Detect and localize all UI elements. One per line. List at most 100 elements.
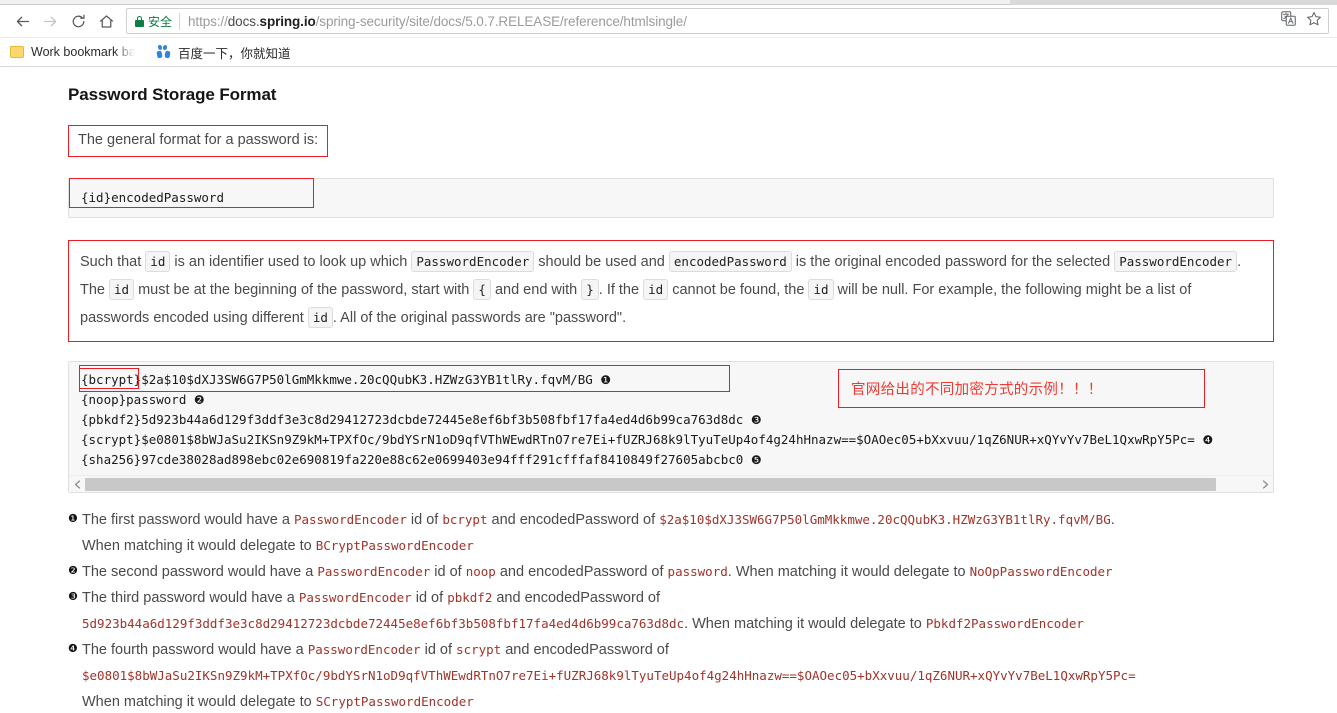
omnibox-actions xyxy=(1271,11,1322,32)
bookmark-work-bookmark-bar[interactable]: Work bookmark bar xyxy=(10,45,135,59)
active-tab-edge[interactable] xyxy=(0,0,1010,5)
callout-marker: ❷ xyxy=(193,393,205,408)
url-scheme: https:// xyxy=(188,13,228,29)
star-icon[interactable] xyxy=(1306,11,1322,32)
chinese-annotation-box: 官网给出的不同加密方式的示例！！！ xyxy=(838,369,1205,408)
url-text: https://docs.spring.io/spring-security/s… xyxy=(188,14,1271,29)
pw-line-bcrypt: {bcrypt}$2a$10$dXJ3SW6G7P50lGmMkkmwe.20c… xyxy=(81,372,611,387)
page-viewport: Password Storage Format The general form… xyxy=(0,67,1337,713)
intro-paragraph: The general format for a password is: xyxy=(68,125,329,158)
security-label: 安全 xyxy=(148,14,173,29)
code-encodedpassword: encodedPassword xyxy=(668,251,792,273)
code-open-brace: { xyxy=(473,279,491,301)
text: . xyxy=(1110,512,1115,529)
home-icon[interactable] xyxy=(92,7,120,35)
callout-list: ❶ The first password would have a Passwo… xyxy=(68,507,1274,713)
code-id: id xyxy=(145,251,171,273)
bookmarks-bar: Work bookmark bar 百度一下，你就知道 xyxy=(0,37,1337,66)
text: . All of the original passwords are "pas… xyxy=(332,310,627,327)
scrollbar-track[interactable] xyxy=(85,475,1257,493)
text: The third password would have a xyxy=(82,590,299,607)
text: . When matching it would delegate to xyxy=(684,616,926,633)
text: and end with xyxy=(490,282,582,299)
browser-toolbar: 安全 https://docs.spring.io/spring-securit… xyxy=(0,5,1337,37)
forward-arrow-icon[interactable] xyxy=(36,7,64,35)
callout-marker: ❸ xyxy=(750,413,762,428)
page-title: Password Storage Format xyxy=(68,85,277,104)
security-indicator[interactable]: 安全 xyxy=(135,12,181,30)
code-encoder-id: scrypt xyxy=(456,642,502,658)
pw-line-scrypt: {scrypt}$e0801$8bWJaSu2IKSn9Z9kM+TPXfOc/… xyxy=(81,432,1213,447)
pw-encoded: $2a$10$dXJ3SW6G7P50lGmMkkmwe.20cQQubK3.H… xyxy=(141,372,593,388)
lock-icon xyxy=(135,15,144,27)
bookmark-baidu[interactable]: 百度一下，你就知道 xyxy=(156,43,291,62)
bookmark-label: 百度一下，你就知道 xyxy=(178,45,291,61)
url-host-domain: spring.io xyxy=(259,13,316,29)
format-code: {id}encodedPassword xyxy=(81,190,224,206)
text: The first password would have a xyxy=(82,512,294,529)
reload-icon[interactable] xyxy=(64,7,92,35)
scrollbar-thumb[interactable] xyxy=(85,477,1216,491)
code-encoded-password: $e0801$8bWJaSu2IKSn9Z9kM+TPXfOc/9bdYSrN1… xyxy=(82,668,1136,684)
text: id of xyxy=(406,512,443,529)
code-encoder-id: noop xyxy=(465,564,496,580)
callout-continuation: $e0801$8bWJaSu2IKSn9Z9kM+TPXfOc/9bdYSrN1… xyxy=(82,663,1274,689)
code-delegate-encoder: SCryptPasswordEncoder xyxy=(315,694,474,710)
code-id: id xyxy=(643,279,669,301)
translate-icon[interactable] xyxy=(1281,11,1296,31)
pw-id: {sha256} xyxy=(81,452,142,468)
code-encoded-password: $2a$10$dXJ3SW6G7P50lGmMkkmwe.20cQQubK3.H… xyxy=(659,512,1111,528)
code-id: id xyxy=(307,307,333,329)
text: and encodedPassword of xyxy=(492,590,661,607)
text: The second password would have a xyxy=(82,564,318,581)
pw-encoded: password xyxy=(126,392,187,408)
callout-marker: ❷ xyxy=(68,564,78,578)
pw-encoded: 97cde38028ad898ebc02e690819fa220e88c62e0… xyxy=(141,452,744,468)
pw-encoded: $e0801$8bWJaSu2IKSn9Z9kM+TPXfOc/9bdYSrN1… xyxy=(141,432,1195,448)
scroll-left-arrow-icon[interactable] xyxy=(69,476,85,493)
callout-text: The second password would have a Passwor… xyxy=(82,559,1274,585)
text: must be at the beginning of the password… xyxy=(134,282,474,299)
callout-marker: ❹ xyxy=(68,642,78,656)
url-path: /spring-security/site/docs/5.0.7.RELEASE… xyxy=(315,13,687,29)
such-that-paragraph: Such that id is an identifier used to lo… xyxy=(68,240,1274,343)
callout-text: The first password would have a Password… xyxy=(82,507,1274,559)
callout-marker: ❺ xyxy=(750,453,762,468)
back-arrow-icon[interactable] xyxy=(8,7,36,35)
text: should be used and xyxy=(534,254,669,271)
code-passwordencoder: PasswordEncoder xyxy=(298,590,412,606)
text: . If the xyxy=(598,282,644,299)
text: is an identifier used to look up which xyxy=(170,254,412,271)
callout-item-2: ❷ The second password would have a Passw… xyxy=(68,559,1274,585)
baidu-icon xyxy=(156,44,171,59)
format-literal-block: {id}encodedPassword xyxy=(68,178,1274,219)
pw-id: {bcrypt} xyxy=(81,372,142,388)
scroll-right-arrow-icon[interactable] xyxy=(1257,476,1273,493)
text: Such that xyxy=(80,254,146,271)
pw-line-sha256: {sha256}97cde38028ad898ebc02e690819fa220… xyxy=(81,452,762,467)
bookmark-label: Work bookmark bar xyxy=(31,45,135,59)
pw-id: {noop} xyxy=(81,392,127,408)
code-passwordencoder: PasswordEncoder xyxy=(1114,251,1238,273)
pw-encoded: 5d923b44a6d129f3ddf3e3c8d29412723dcbde72… xyxy=(141,412,744,428)
callout-text: The fourth password would have a Passwor… xyxy=(82,637,1274,713)
url-bar[interactable]: 安全 https://docs.spring.io/spring-securit… xyxy=(126,8,1329,34)
code-delegate-encoder: Pbkdf2PasswordEncoder xyxy=(925,616,1084,632)
text: id of xyxy=(430,564,466,581)
text: is the original encoded password for the… xyxy=(791,254,1115,271)
code-passwordencoder: PasswordEncoder xyxy=(293,512,407,528)
callout-marker: ❶ xyxy=(68,512,78,526)
browser-chrome: 安全 https://docs.spring.io/spring-securit… xyxy=(0,0,1337,67)
text: . When matching it would delegate to xyxy=(727,564,970,581)
callout-item-3: ❸ The third password would have a Passwo… xyxy=(68,585,1274,637)
code-delegate-encoder: BCryptPasswordEncoder xyxy=(315,538,474,554)
horizontal-scrollbar[interactable] xyxy=(69,475,1273,493)
callout-continuation: When matching it would delegate to SCryp… xyxy=(82,689,1274,713)
callout-marker: ❶ xyxy=(600,373,612,388)
code-id: id xyxy=(808,279,834,301)
folder-icon xyxy=(10,46,24,58)
text: The fourth password would have a xyxy=(82,642,308,659)
code-passwordencoder: PasswordEncoder xyxy=(307,642,421,658)
text: When matching it would delegate to xyxy=(82,538,316,555)
callout-item-1: ❶ The first password would have a Passwo… xyxy=(68,507,1274,559)
